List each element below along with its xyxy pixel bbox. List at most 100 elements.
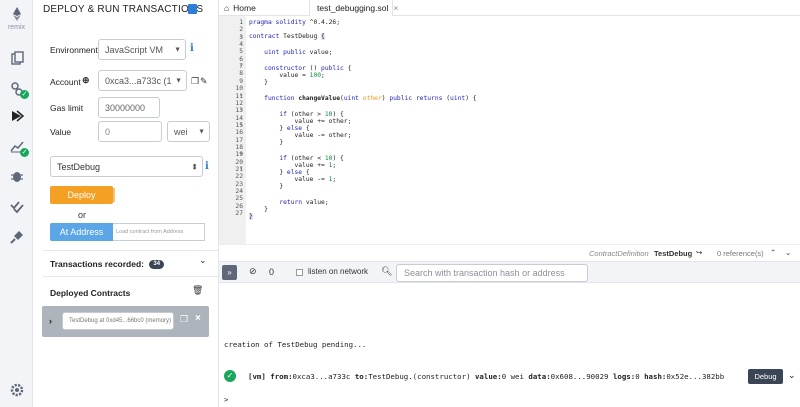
to-label: to: bbox=[354, 372, 369, 381]
code-line: value += 1; bbox=[249, 162, 337, 169]
copy-icon[interactable]: ❐ bbox=[180, 314, 188, 325]
code-line: function changeValue(uint other) public … bbox=[264, 95, 477, 102]
fold-icon[interactable]: ▾ bbox=[240, 122, 243, 128]
fold-icon[interactable]: ▾ bbox=[240, 107, 243, 113]
tab-file-label: test_debugging.sol bbox=[317, 3, 389, 13]
settings-icon[interactable] bbox=[7, 380, 26, 399]
environment-select[interactable]: JavaScript VM ▼ bbox=[98, 39, 186, 60]
contract-value: TestDebug bbox=[57, 161, 101, 172]
fold-icon[interactable]: ▾ bbox=[240, 166, 243, 172]
deployed-contracts-label: Deployed Contracts bbox=[50, 288, 131, 298]
fold-icon[interactable]: ▾ bbox=[240, 151, 243, 157]
value-input[interactable]: 0 bbox=[98, 121, 162, 142]
updown-caret-icon: ⬍ bbox=[191, 162, 198, 171]
line-number: 17 bbox=[235, 136, 243, 144]
line-number: 18 bbox=[235, 143, 243, 151]
chevron-up-icon[interactable]: ⌃ bbox=[770, 248, 776, 257]
code-line: } bbox=[249, 79, 268, 86]
remix-logo-text: remix bbox=[7, 24, 26, 31]
deployed-instance[interactable]: › TestDebug at 0xd45...66bc0 (memory) ❐ … bbox=[42, 306, 209, 337]
code-line: constructor () public { bbox=[264, 65, 352, 72]
account-select[interactable]: 0xca3...a733c (1 ▼ bbox=[98, 70, 187, 91]
code-line: value += other; bbox=[249, 118, 352, 125]
tab-home-label: Home bbox=[233, 3, 256, 13]
fold-icon[interactable]: ▾ bbox=[240, 93, 243, 99]
transactions-recorded-label: Transactions recorded: bbox=[50, 259, 145, 269]
home-icon: ⌂ bbox=[224, 3, 230, 13]
chevron-down-icon[interactable]: ⌄ bbox=[785, 248, 791, 257]
tests-icon[interactable] bbox=[7, 197, 26, 216]
deploy-button[interactable]: Deploy bbox=[50, 186, 115, 204]
line-number: 1 bbox=[239, 19, 243, 26]
value-label: Value bbox=[50, 127, 72, 137]
divider bbox=[43, 250, 219, 251]
search-icon: 🔍︎ bbox=[381, 266, 393, 276]
panel-title: DEPLOY & RUN TRANSACTIONS bbox=[43, 4, 204, 15]
file-explorer-icon[interactable] bbox=[7, 48, 26, 67]
contract-select[interactable]: TestDebug ⬍ bbox=[50, 156, 203, 177]
plugin-manager-icon[interactable] bbox=[7, 227, 26, 246]
line-number: 25 bbox=[235, 195, 243, 203]
remix-logo-icon[interactable] bbox=[7, 4, 26, 23]
instance-label: TestDebug at 0xd45...66bc0 (memory) bbox=[62, 312, 174, 330]
environment-label: Environment bbox=[50, 45, 98, 55]
at-address-button[interactable]: At Address bbox=[50, 223, 113, 241]
value-value: 0 wei bbox=[501, 372, 524, 381]
add-account-icon[interactable]: ⊕ bbox=[82, 75, 90, 86]
debug-button[interactable]: Debug bbox=[748, 369, 783, 384]
close-tab-icon[interactable]: × bbox=[393, 3, 398, 13]
tab-file[interactable]: test_debugging.sol × bbox=[309, 0, 398, 16]
logs-label: logs: bbox=[612, 372, 636, 381]
definition-name: TestDebug bbox=[654, 249, 693, 258]
line-number: 4 bbox=[239, 41, 243, 49]
transactions-recorded: Transactions recorded: 34 bbox=[50, 259, 165, 270]
from-label: from: bbox=[270, 372, 293, 381]
listen-checkbox[interactable] bbox=[296, 269, 303, 276]
deploy-run-icon[interactable] bbox=[7, 106, 26, 125]
goto-definition-icon[interactable]: ↪ bbox=[696, 248, 702, 257]
code-editor[interactable]: 1 2 3 ▾ 4 5 6 7 ▾ 8 9 10 11 ▾ 12 13 ▾ 14 15 ▾ 16 17 18 19 ▾ 20 21 ▾… bbox=[219, 16, 800, 244]
debugger-icon[interactable] bbox=[7, 166, 26, 185]
tx-summary-line[interactable]: [vm] from:0xca3...a733c to:TestDebug.(co… bbox=[248, 372, 724, 381]
chevron-right-icon[interactable]: › bbox=[49, 316, 52, 326]
terminal-prompt[interactable]: > bbox=[224, 395, 228, 404]
chevron-down-icon[interactable]: ⌄ bbox=[199, 255, 207, 266]
info-icon[interactable]: i bbox=[205, 161, 209, 172]
fold-icon[interactable]: ▾ bbox=[240, 63, 243, 69]
line-number: 27 bbox=[235, 210, 243, 218]
analysis-check-icon: ✓ bbox=[20, 148, 29, 157]
docs-book-icon[interactable] bbox=[188, 4, 197, 14]
close-icon[interactable]: × bbox=[195, 313, 201, 324]
chevron-down-icon: ▼ bbox=[174, 46, 181, 53]
line-number: 10 bbox=[235, 85, 243, 93]
code-line: if (other > 10) { bbox=[279, 111, 344, 118]
at-address-input[interactable]: Load contract from Address bbox=[113, 223, 205, 241]
or-text: or bbox=[78, 210, 87, 220]
clear-console-icon[interactable]: ⊘ bbox=[249, 266, 257, 277]
environment-value: JavaScript VM bbox=[105, 44, 164, 55]
terminal-search-input[interactable]: Search with transaction hash or address bbox=[396, 264, 588, 282]
line-number: 23 bbox=[235, 180, 243, 188]
line-number: 22 bbox=[235, 173, 243, 181]
line-number: 16 bbox=[235, 129, 243, 137]
transactions-count-badge: 34 bbox=[149, 260, 165, 270]
code-line: } bbox=[249, 183, 284, 190]
line-number: 2 bbox=[239, 26, 243, 34]
code-line: pragma solidity ^0.4.26; bbox=[249, 19, 341, 26]
references-count: 0 reference(s) bbox=[717, 249, 764, 258]
copy-icon[interactable]: ❐ bbox=[191, 76, 199, 87]
value-unit-select[interactable]: wei ▼ bbox=[167, 121, 210, 142]
success-check-icon: ✓ bbox=[224, 370, 236, 382]
terminal-output: creation of TestDebug pending... ✓ [vm] … bbox=[219, 283, 800, 407]
gas-limit-input[interactable]: 30000000 bbox=[98, 97, 160, 118]
edit-icon[interactable]: ✎ bbox=[200, 76, 208, 87]
collapse-terminal-icon[interactable]: » bbox=[222, 265, 237, 280]
definition-label: ContractDefinition bbox=[589, 249, 649, 258]
tab-home[interactable]: ⌂ Home bbox=[224, 0, 276, 16]
code-line: if (other < 10) { bbox=[279, 155, 344, 162]
info-icon[interactable]: i bbox=[190, 43, 194, 54]
trash-icon[interactable]: 🗑 bbox=[192, 285, 203, 296]
chevron-down-icon[interactable]: ⌄ bbox=[788, 370, 796, 381]
fold-icon[interactable]: ▾ bbox=[240, 34, 243, 40]
gas-limit-value: 30000000 bbox=[105, 102, 146, 113]
